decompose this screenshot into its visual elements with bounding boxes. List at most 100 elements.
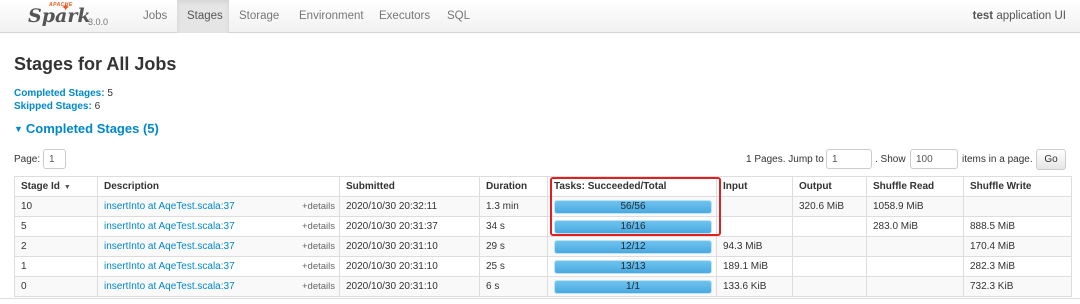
submitted-cell: 2020/10/30 20:31:10 [339,276,480,297]
nav-tab-environment[interactable]: Environment [289,0,369,33]
column-header-description[interactable]: Description [97,176,340,197]
spark-logo[interactable]: APACHE Spark ✦ 3.0.0 [28,2,128,32]
output-cell [792,276,867,297]
table-row: 2 insertInto at AqeTest.scala:37 +details 2… [14,236,1072,257]
items-per-page-label: items in a page. [962,154,1033,165]
shuffle-read-cell [866,276,964,297]
tasks-progress-label: 56/56 [620,200,646,212]
column-header-tasks[interactable]: Tasks: Succeeded/Total [547,176,717,197]
description-cell: insertInto at AqeTest.scala:37 +details [97,216,340,237]
tasks-progress-label: 1/1 [626,280,640,292]
section-title-text: Completed Stages (5) [25,121,159,136]
summary-skipped-stages: Skipped Stages: 6 [14,101,100,112]
top-navbar: APACHE Spark ✦ 3.0.0 Jobs Stages Storage… [0,0,1080,33]
stage-id-cell: 1 [14,256,98,277]
page-label: Page: [14,154,41,165]
bottom-divider [0,298,1080,299]
stage-id-cell: 5 [14,216,98,237]
nav-tab-jobs[interactable]: Jobs [133,0,177,33]
submitted-cell: 2020/10/30 20:31:10 [339,236,480,257]
nav-tab-executors[interactable]: Executors [369,0,437,33]
column-header-output[interactable]: Output [792,176,867,197]
stage-description-link[interactable]: insertInto at AqeTest.scala:37 [104,221,235,232]
tasks-progress-bar: 56/56 [554,199,712,214]
description-cell: insertInto at AqeTest.scala:37 +details [97,236,340,257]
tasks-cell: 13/13 [547,256,717,277]
shuffle-write-cell [963,196,1072,217]
details-toggle[interactable]: +details [302,281,335,292]
tasks-cell: 1/1 [547,276,717,297]
skipped-stages-count: 6 [94,101,101,112]
spark-star-icon: ✦ [61,2,71,14]
input-cell [716,216,793,237]
stage-description-link[interactable]: insertInto at AqeTest.scala:37 [104,281,235,292]
completed-stages-toggle[interactable]: ▼ Completed Stages (5) [14,121,159,136]
caret-down-icon: ▼ [14,124,23,134]
tasks-cell: 12/12 [547,236,717,257]
submitted-cell: 2020/10/30 20:31:10 [339,256,480,277]
stage-description-link[interactable]: insertInto at AqeTest.scala:37 [104,241,235,252]
table-row: 5 insertInto at AqeTest.scala:37 +details 2… [14,216,1072,237]
app-name-bold: test [972,10,994,22]
column-header-duration[interactable]: Duration [479,176,548,197]
shuffle-read-cell: 1058.9 MiB [866,196,964,217]
stage-description-link[interactable]: insertInto at AqeTest.scala:37 [104,201,235,212]
show-label: . Show [875,154,906,165]
input-cell [716,196,793,217]
output-cell [792,236,867,257]
summary-completed-stages: Completed Stages: 5 [14,88,113,99]
shuffle-write-cell: 732.3 KiB [963,276,1072,297]
column-header-shuffle-write[interactable]: Shuffle Write [963,176,1072,197]
shuffle-read-cell: 283.0 MiB [866,216,964,237]
shuffle-write-cell: 170.4 MiB [963,236,1072,257]
duration-cell: 29 s [479,236,548,257]
input-cell: 133.6 KiB [716,276,793,297]
table-row: 1 insertInto at AqeTest.scala:37 +details 2… [14,256,1072,277]
tasks-progress-bar: 16/16 [554,219,712,234]
shuffle-read-cell [866,236,964,257]
table-header-row: Stage Id ▼ Description Submitted Duration… [14,176,1072,197]
description-cell: insertInto at AqeTest.scala:37 +details [97,276,340,297]
submitted-cell: 2020/10/30 20:32:11 [339,196,480,217]
duration-cell: 25 s [479,256,548,277]
stage-id-cell: 2 [14,236,98,257]
details-toggle[interactable]: +details [302,201,335,212]
column-header-stage-id[interactable]: Stage Id ▼ [14,176,98,197]
duration-cell: 1.3 min [479,196,548,217]
nav-tab-sql[interactable]: SQL [437,0,479,33]
details-toggle[interactable]: +details [302,261,335,272]
shuffle-write-cell: 282.3 MiB [963,256,1072,277]
tasks-cell: 16/16 [547,216,717,237]
duration-cell: 34 s [479,216,548,237]
completed-stages-table: Stage Id ▼ Description Submitted Duration… [14,176,1072,297]
nav-tab-storage[interactable]: Storage [229,0,289,33]
details-toggle[interactable]: +details [302,221,335,232]
column-header-label: Stage Id [21,181,60,192]
details-toggle[interactable]: +details [302,241,335,252]
tasks-progress-label: 16/16 [620,220,646,232]
jump-to-label: 1 Pages. Jump to [746,154,824,165]
go-button[interactable]: Go [1036,149,1066,170]
page-size-input[interactable] [910,149,958,169]
output-cell [792,216,867,237]
shuffle-write-cell: 888.5 MiB [963,216,1072,237]
nav-tab-stages[interactable]: Stages [177,0,229,33]
duration-cell: 6 s [479,276,548,297]
skipped-stages-link[interactable]: Skipped Stages: [14,101,92,112]
tasks-cell: 56/56 [547,196,717,217]
completed-stages-link[interactable]: Completed Stages: [14,88,105,99]
column-header-input[interactable]: Input [716,176,793,197]
stage-id-cell: 10 [14,196,98,217]
logo-spark-text: Spark [28,5,91,27]
page-number-input[interactable] [43,149,66,169]
jump-to-page-input[interactable] [826,149,872,169]
input-cell: 94.3 MiB [716,236,793,257]
column-header-shuffle-read[interactable]: Shuffle Read [866,176,964,197]
spark-version: 3.0.0 [88,17,109,27]
page-title: Stages for All Jobs [14,54,177,74]
tasks-progress-bar: 13/13 [554,259,712,274]
stage-description-link[interactable]: insertInto at AqeTest.scala:37 [104,261,235,272]
description-cell: insertInto at AqeTest.scala:37 +details [97,256,340,277]
column-header-submitted[interactable]: Submitted [339,176,480,197]
completed-stages-count: 5 [107,88,113,99]
